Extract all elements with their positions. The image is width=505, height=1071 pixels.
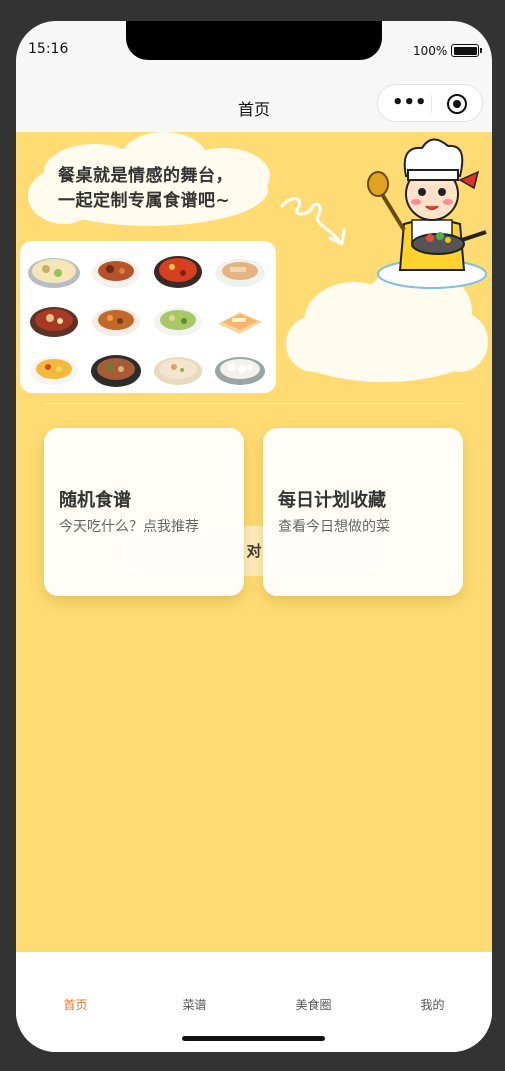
dish-image[interactable] [150,247,206,293]
dish-image[interactable] [212,345,268,391]
hidden-button-char: 对 [246,542,262,560]
more-dots-icon[interactable]: ••• [392,94,427,112]
status-time: 15:16 [28,41,69,57]
tab-mine[interactable]: 我的 [373,996,492,1013]
random-recipe-card[interactable]: 随机食谱 今天吃什么？点我推荐 [44,428,244,596]
section-divider [44,403,464,404]
dish-image[interactable] [212,247,268,293]
chef-mascot [367,138,487,289]
home-indicator [182,1036,325,1041]
dish-image[interactable] [212,296,268,342]
tab-food-circle[interactable]: 美食圈 [254,996,373,1013]
slogan-line-2: 一起定制专属食谱吧~ [58,191,231,211]
dish-image[interactable] [26,247,82,293]
curly-arrow-icon [280,197,346,246]
dish-image[interactable] [88,345,144,391]
mini-program-capsule: ••• [377,84,483,122]
dish-image[interactable] [88,247,144,293]
dish-image[interactable] [26,296,82,342]
capsule-divider [431,95,432,113]
notch [126,21,382,60]
daily-plan-card[interactable]: 每日计划收藏 查看今日想做的菜 [263,428,463,596]
tab-recipes[interactable]: 菜谱 [135,996,254,1013]
slogan-line-1: 餐桌就是情感的舞台， [58,166,233,186]
daily-plan-title: 每日计划收藏 [278,490,386,511]
battery-icon [451,44,482,57]
dish-image[interactable] [150,296,206,342]
daily-plan-subtitle: 查看今日想做的菜 [278,519,390,535]
tab-home[interactable]: 首页 [16,996,135,1013]
dish-image[interactable] [88,296,144,342]
phone-frame: 15:16 100% 首页 ••• 餐桌就是情感的舞台， 一起定制专属食谱吧~ [16,21,492,1052]
tab-bar: 首页 菜谱 美食圈 我的 [16,952,492,1052]
battery-percentage: 100% [413,44,448,58]
slogan-text: 餐桌就是情感的舞台， 一起定制专属食谱吧~ [58,164,258,214]
dish-image[interactable] [26,345,82,391]
dish-gallery [20,241,276,393]
home-content: 餐桌就是情感的舞台， 一起定制专属食谱吧~ 对 随机食谱 今天吃什么？点我推荐 … [16,132,492,952]
random-recipe-subtitle: 今天吃什么？点我推荐 [59,519,199,535]
target-circle-icon[interactable] [447,94,467,114]
dish-image[interactable] [150,345,206,391]
random-recipe-title: 随机食谱 [59,490,131,511]
